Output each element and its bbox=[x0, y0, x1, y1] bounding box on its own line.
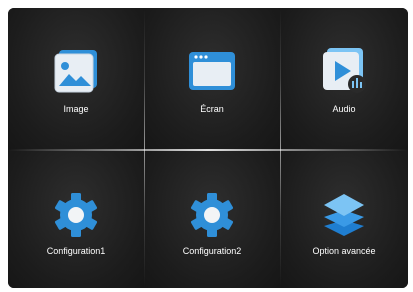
grid-divider-horizontal bbox=[8, 149, 408, 151]
menu-item-configuration1[interactable]: Configuration1 bbox=[8, 150, 144, 288]
layers-icon bbox=[318, 190, 370, 240]
grid-divider-vertical bbox=[144, 8, 145, 288]
menu-grid: Image Écran Audio Configuration1 Configu… bbox=[8, 8, 408, 288]
menu-item-label: Image bbox=[63, 104, 89, 114]
menu-item-advanced-option[interactable]: Option avancée bbox=[280, 150, 408, 288]
menu-item-label: Configuration1 bbox=[46, 246, 106, 256]
gear-icon bbox=[50, 190, 102, 240]
menu-item-image[interactable]: Image bbox=[8, 8, 144, 150]
osd-menu-panel: Image Écran Audio Configuration1 Configu… bbox=[8, 8, 408, 288]
audio-icon bbox=[318, 46, 370, 96]
menu-item-label: Option avancée bbox=[312, 246, 376, 256]
menu-item-screen[interactable]: Écran bbox=[144, 8, 280, 150]
menu-item-audio[interactable]: Audio bbox=[280, 8, 408, 150]
grid-divider-vertical bbox=[280, 8, 281, 288]
image-icon bbox=[50, 46, 102, 96]
menu-item-label: Audio bbox=[332, 104, 356, 114]
screen-window-icon bbox=[186, 46, 238, 96]
menu-item-label: Configuration2 bbox=[182, 246, 242, 256]
gear-icon bbox=[186, 190, 238, 240]
menu-item-configuration2[interactable]: Configuration2 bbox=[144, 150, 280, 288]
menu-item-label: Écran bbox=[200, 104, 224, 114]
